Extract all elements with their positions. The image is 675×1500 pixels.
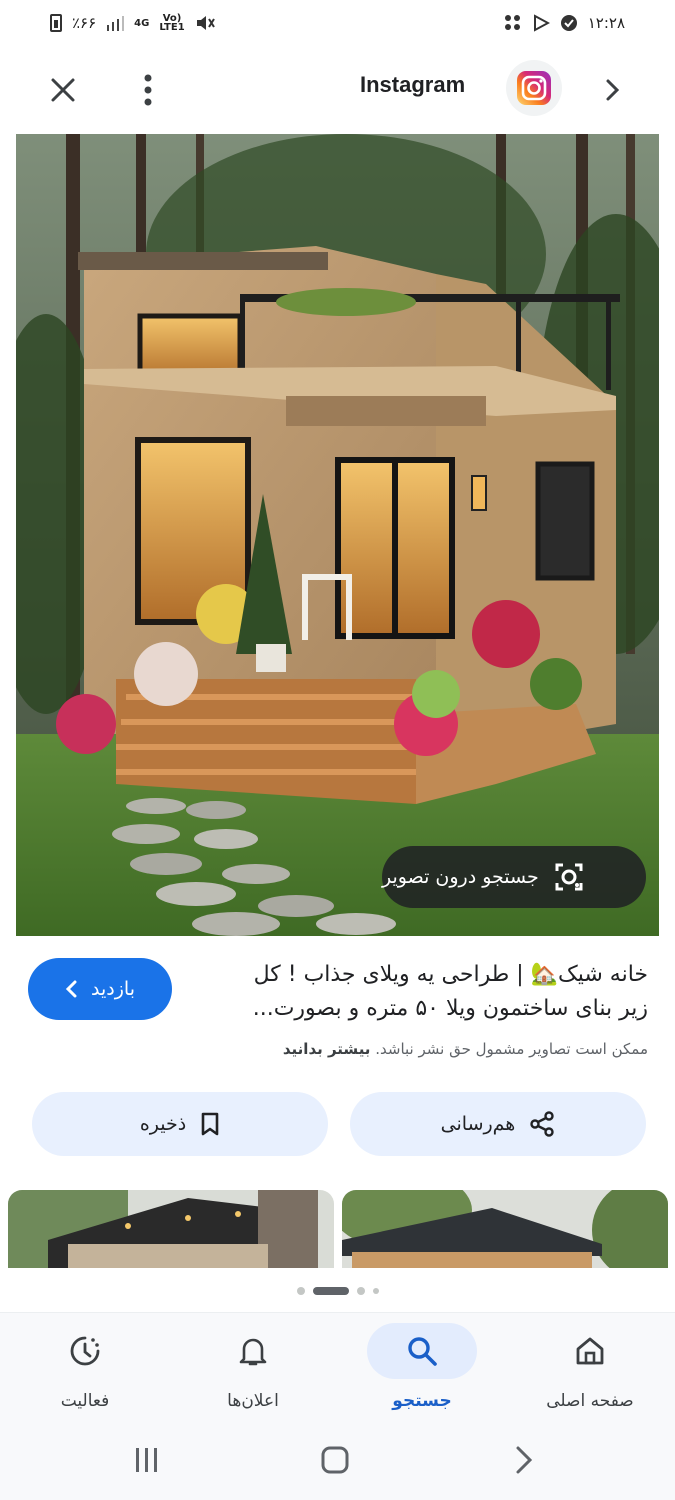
share-icon (530, 1111, 555, 1137)
nav-activity[interactable]: فعالیت (10, 1323, 160, 1423)
play-store-icon (532, 14, 550, 32)
nav-search-pill (367, 1323, 477, 1379)
share-button[interactable]: هم‌رسانی (350, 1092, 646, 1156)
related-house-image (8, 1190, 334, 1268)
nav-search[interactable]: جستجو (347, 1323, 497, 1423)
status-right: ۱۲:۲۸ (504, 14, 625, 32)
instagram-icon (517, 71, 551, 105)
caption-line-2: زیر بنای ساختمون ویلا ۵۰ متره و بصورت... (252, 996, 648, 1021)
network-4g-indicator: 4G (134, 17, 150, 29)
system-back-button[interactable] (494, 1440, 554, 1480)
visit-label: بازدید (91, 978, 135, 1000)
save-label: ذخیره (139, 1113, 187, 1135)
lens-label: جستجو درون تصویر (382, 866, 539, 888)
chevron-left-icon (65, 980, 77, 998)
villa-photo (16, 134, 659, 936)
nav-notifications-pill (198, 1323, 308, 1379)
system-home-button[interactable] (305, 1440, 365, 1480)
search-inside-image-button[interactable]: جستجو درون تصویر (382, 846, 646, 908)
pager-dot (372, 1288, 379, 1294)
status-left: ٪۶۶ 4G Vo) LTE1 (50, 13, 215, 33)
battery-percent: ٪۶۶ (72, 14, 97, 32)
copyright-text: ممکن است تصاویر مشمول حق نشر نباشد. (375, 1040, 648, 1058)
related-image-thumb[interactable] (8, 1190, 334, 1268)
more-vert-icon (144, 74, 152, 106)
result-image[interactable]: جستجو درون تصویر (16, 134, 659, 936)
activity-history-icon (70, 1336, 100, 1366)
app-bar: Instagram (0, 46, 675, 132)
learn-more-link[interactable]: بیشتر بدانید (283, 1040, 371, 1058)
nav-activity-label: فعالیت (60, 1391, 110, 1411)
source-title[interactable]: Instagram (360, 72, 465, 98)
nav-home[interactable]: صفحه اصلی (515, 1323, 665, 1423)
more-options-button[interactable] (128, 68, 168, 112)
recent-apps-button[interactable] (117, 1440, 177, 1480)
pager-dot (296, 1287, 305, 1295)
source-favicon[interactable] (506, 60, 562, 116)
visit-button[interactable]: بازدید (28, 958, 172, 1020)
nav-notifications-label: اعلان‌ها (227, 1391, 279, 1411)
volte-indicator: Vo) LTE1 (159, 13, 185, 33)
home-icon (576, 1337, 604, 1365)
nav-search-label: جستجو (392, 1391, 452, 1411)
shield-check-icon (560, 14, 578, 32)
signal-icon (106, 15, 125, 31)
copyright-notice: ممکن است تصاویر مشمول حق نشر نباشد. بیشت… (196, 1040, 648, 1058)
save-button[interactable]: ذخیره (32, 1092, 328, 1156)
caption-line-1: خانه شیک🏡 | طراحی یه ویلای جذاب ! کل (253, 962, 648, 987)
home-square-icon (321, 1446, 349, 1474)
nav-home-label: صفحه اصلی (546, 1391, 634, 1411)
recent-apps-icon (136, 1448, 157, 1472)
system-navigation-bar (0, 1422, 675, 1500)
result-caption[interactable]: خانه شیک🏡 | طراحی یه ویلای جذاب ! کل زیر… (196, 958, 648, 1026)
related-image-thumb[interactable] (342, 1190, 668, 1268)
next-result-button[interactable] (596, 72, 628, 108)
apps-dots-icon (504, 14, 522, 32)
close-icon (51, 78, 75, 102)
chevron-right-icon (606, 79, 620, 101)
bell-icon (239, 1338, 267, 1366)
clock: ۱۲:۲۸ (587, 14, 625, 32)
share-label: هم‌رسانی (440, 1113, 516, 1135)
carousel-indicator (0, 1284, 675, 1298)
status-bar: ٪۶۶ 4G Vo) LTE1 ۱۲:۲۸ (0, 0, 675, 46)
lens-icon (551, 859, 587, 895)
back-chevron-icon (516, 1446, 533, 1474)
nav-activity-pill (30, 1323, 140, 1379)
battery-icon (50, 14, 62, 32)
bottom-navigation: صفحه اصلی جستجو اعلان‌ها فعالیت (0, 1312, 675, 1422)
close-button[interactable] (40, 70, 86, 110)
mute-icon (195, 14, 215, 32)
pager-dot-active (312, 1287, 349, 1295)
search-icon (408, 1337, 437, 1366)
nav-home-pill (535, 1323, 645, 1379)
nav-notifications[interactable]: اعلان‌ها (178, 1323, 328, 1423)
related-house-image (342, 1190, 668, 1268)
bookmark-icon (201, 1112, 219, 1136)
related-images-strip (0, 1190, 675, 1268)
pager-dot (356, 1287, 365, 1295)
